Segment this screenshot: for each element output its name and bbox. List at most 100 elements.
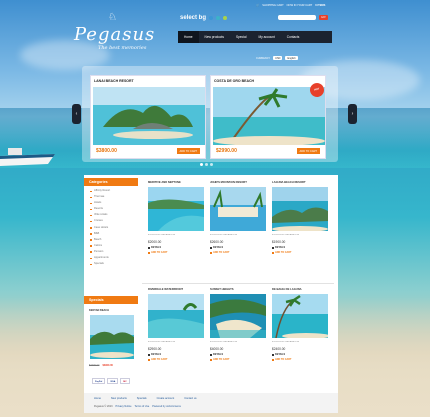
bg-color-option-teal[interactable] (216, 16, 221, 20)
slide-price: $2990.00 (216, 148, 237, 154)
cart-label: ADD TO CART (213, 251, 230, 254)
add-to-cart-link[interactable]: ADD TO CART (210, 358, 266, 361)
product-description: EXCELLENT RELAXATION (272, 234, 300, 236)
slider-pagination (200, 163, 213, 166)
product-image[interactable] (148, 187, 204, 231)
bg-selector: select bg (180, 15, 228, 21)
product-price: $1900.00 (272, 240, 286, 244)
privacy-link[interactable]: Privacy Notice (116, 405, 132, 408)
slider-next-button[interactable]: › (348, 104, 357, 124)
category-item[interactable]: Specials (90, 261, 138, 267)
cart-icon (272, 358, 274, 361)
product-image[interactable] (148, 294, 204, 338)
bullet-icon (272, 246, 274, 249)
search-button[interactable]: GO! (319, 15, 328, 20)
product-card[interactable]: MERITIVE AND NEPTUNE EXCELLENT RELAXATIO… (148, 181, 204, 254)
powered-by-link[interactable]: Powered by osCommerce (152, 405, 181, 408)
special-old-price: $4200.00 (89, 364, 100, 367)
slide-card[interactable]: COSTA DE ORO BEACH HOT $2990.00 ADD TO C… (210, 75, 326, 159)
product-image[interactable] (272, 294, 328, 338)
slider-dot[interactable] (205, 163, 208, 166)
details-link[interactable]: DETAILS (272, 353, 328, 356)
bullet-icon (148, 246, 150, 249)
details-label: DETAILS (275, 353, 286, 356)
product-price: $2400.00 (272, 347, 286, 351)
cart-label: ADD TO CART (275, 358, 292, 361)
footer-copyright: Pegasus © 2013 Privacy Notice Terms of U… (94, 405, 181, 408)
bg-color-option-green[interactable] (223, 16, 228, 20)
details-link[interactable]: DETAILS (148, 353, 204, 356)
search-bar: GO! (278, 15, 328, 20)
cart-label[interactable]: SHOPPING CART (262, 4, 283, 7)
details-link[interactable]: DETAILS (210, 246, 266, 249)
visa-icon: VISA (107, 378, 119, 384)
add-to-cart-link[interactable]: ADD TO CART (272, 251, 328, 254)
add-to-cart-link[interactable]: ADD TO CART (148, 251, 204, 254)
details-link[interactable]: DETAILS (148, 246, 204, 249)
add-to-cart-button[interactable]: ADD TO CART (176, 148, 200, 154)
footer-link-create-account[interactable]: Create account (157, 397, 175, 400)
copyright-text: Pegasus © 2013 (94, 405, 113, 408)
add-to-cart-link[interactable]: ADD TO CART (148, 358, 204, 361)
product-image[interactable] (210, 187, 266, 231)
bullet-icon (210, 353, 212, 356)
product-card[interactable]: RIVERDALE WATERFRONT EXCELLENT RELAXATIO… (148, 288, 204, 361)
product-card[interactable]: JOHN'S MOUNTAIN RESORT EXCELLENT RELAXAT… (210, 181, 266, 254)
slider-prev-button[interactable]: ‹ (72, 104, 81, 124)
add-to-cart-link[interactable]: ADD TO CART (272, 358, 328, 361)
add-to-cart-button[interactable]: ADD TO CART (296, 148, 320, 154)
cart-label: ADD TO CART (151, 251, 168, 254)
cart-label: ADD TO CART (151, 358, 168, 361)
product-image[interactable] (210, 294, 266, 338)
footer-link-home[interactable]: Home (94, 397, 101, 400)
logo-slogan: The best memories (98, 45, 147, 51)
bullet-icon (210, 246, 212, 249)
sidebar: Categories Affinity Resort Thermae Hotel… (84, 178, 138, 267)
cart-icon (210, 251, 212, 254)
product-card[interactable]: DE BAHIA DE LAGUNA EXCELLENT RELAXATION … (272, 288, 328, 361)
currency-select[interactable]: USD (273, 56, 283, 60)
specials-title: Specials (84, 296, 138, 304)
footer-link-new-products[interactable]: New products (111, 397, 127, 400)
nav-item-special[interactable]: Special (230, 31, 252, 43)
product-card[interactable]: SUNSET HEIGHTS EXCELLENT RELAXATION $400… (210, 288, 266, 361)
slide-title: LANAI BEACH RESORT (94, 79, 134, 83)
details-link[interactable]: DETAILS (210, 353, 266, 356)
product-price: $2900.00 (148, 347, 162, 351)
payment-methods: PayPal VISA MC (92, 378, 130, 384)
search-input[interactable] (278, 15, 316, 20)
slide-price: $3800.00 (96, 148, 117, 154)
product-description: EXCELLENT RELAXATION (272, 341, 300, 343)
chevron-left-icon: ‹ (75, 111, 78, 117)
site-logo[interactable]: ♘ Pegasus The best memories (68, 12, 168, 54)
cart-label: ADD TO CART (275, 251, 292, 254)
product-description: EXCELLENT RELAXATION (148, 341, 176, 343)
language-select[interactable]: English (285, 56, 298, 60)
cart-label: ADD TO CART (213, 358, 230, 361)
specials-box: Specials (84, 296, 138, 304)
select-bg-label: select bg (180, 15, 207, 21)
nav-item-new-products[interactable]: New products (199, 31, 231, 43)
slide-card[interactable]: LANAI BEACH RESORT $3800.00 ADD TO CART (90, 75, 206, 159)
slide-image (93, 87, 205, 145)
terms-link[interactable]: Terms of Use (135, 405, 150, 408)
boat-image (0, 148, 55, 166)
bg-color-option-blue[interactable] (209, 16, 214, 20)
nav-item-contacts[interactable]: Contacts (281, 31, 306, 43)
footer-link-specials[interactable]: Specials (137, 397, 147, 400)
nav-item-my-account[interactable]: My account (252, 31, 280, 43)
nav-item-home[interactable]: Home (178, 31, 199, 43)
special-item-name[interactable]: KENYAN BEACH (89, 309, 109, 312)
product-image[interactable] (272, 187, 328, 231)
special-item-price: $4200.00 $3900.00 (89, 364, 113, 367)
details-label: DETAILS (151, 353, 162, 356)
mastercard-icon: MC (120, 378, 130, 384)
footer (84, 393, 338, 413)
footer-link-contact[interactable]: Contact us (184, 397, 196, 400)
add-to-cart-link[interactable]: ADD TO CART (210, 251, 266, 254)
product-card[interactable]: LAGUNA BEACH RESORT EXCELLENT RELAXATION… (272, 181, 328, 254)
special-item-image[interactable] (90, 315, 134, 359)
slider-dot[interactable] (210, 163, 213, 166)
slider-dot[interactable] (200, 163, 203, 166)
details-link[interactable]: DETAILS (272, 246, 328, 249)
